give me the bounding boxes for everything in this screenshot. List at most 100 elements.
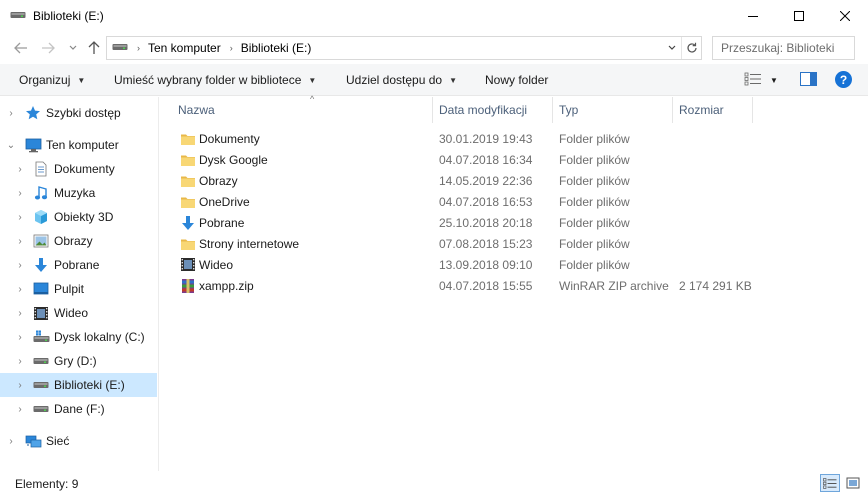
caret-down-icon: ▼ [77,75,86,85]
file-name: Wideo [199,257,234,272]
sidebar-item[interactable]: › Wideo [0,301,157,325]
sidebar-item[interactable]: › Dysk lokalny (C:) [0,325,157,349]
file-row[interactable]: Wideo 13.09.2018 09:10 Folder plików [172,254,772,275]
file-row[interactable]: OneDrive 04.07.2018 16:53 Folder plików [172,191,772,212]
file-name: Dysk Google [199,152,268,167]
chevron-right-icon[interactable]: › [5,429,17,453]
download-icon [179,214,197,232]
file-type: Folder plików [559,236,630,251]
file-type: Folder plików [559,215,630,230]
file-date-modified: 04.07.2018 15:55 [439,278,533,293]
chevron-right-icon[interactable]: › [14,373,26,397]
back-button[interactable] [11,38,31,58]
new-folder-button[interactable]: Nowy folder [485,64,548,96]
sidebar-item[interactable]: › Obrazy [0,229,157,253]
music-icon [32,184,50,202]
file-row[interactable]: Obrazy 14.05.2019 22:36 Folder plików [172,170,772,191]
chevron-right-icon[interactable]: › [14,181,26,205]
download-icon [32,256,50,274]
chevron-right-icon[interactable]: › [14,253,26,277]
column-header-size[interactable]: Rozmiar [673,97,753,123]
chevron-down-icon [668,45,676,50]
minimize-button[interactable] [730,0,776,32]
chevron-right-icon[interactable]: › [14,325,26,349]
sidebar-item[interactable]: › Dane (F:) [0,397,157,421]
large-icons-view-button[interactable] [843,474,863,492]
file-row[interactable]: Strony internetowe 07.08.2018 15:23 Folder… [172,233,772,254]
sidebar-item[interactable]: › Szybki dostęp [0,101,157,125]
close-icon [840,11,850,21]
sidebar-item-label: Obrazy [54,234,93,248]
file-row[interactable]: Dokumenty 30.01.2019 19:43 Folder plików [172,128,772,149]
sidebar-item-label: Muzyka [54,186,96,200]
file-row[interactable]: Pobrane 25.10.2018 20:18 Folder plików [172,212,772,233]
sidebar-item[interactable]: › Sieć [0,429,157,453]
close-button[interactable] [822,0,868,32]
recent-locations-button[interactable] [63,38,83,58]
column-header-name[interactable]: Nazwa ^ [172,94,433,123]
sidebar-item[interactable]: › Muzyka [0,181,157,205]
address-bar[interactable]: › Ten komputer › Biblioteki (E:) [106,36,702,60]
chevron-right-icon[interactable]: › [14,349,26,373]
breadcrumb-libraries-drive[interactable]: Biblioteki (E:) [241,41,312,55]
share-with-label: Udziel dostępu do [346,73,443,87]
drive-icon [10,9,26,23]
sidebar-item[interactable]: › Obiekty 3D [0,205,157,229]
chevron-right-icon[interactable]: › [5,101,17,125]
chevron-right-icon[interactable]: › [14,397,26,421]
address-dropdown-button[interactable] [665,37,679,59]
sidebar-item[interactable]: ⌄ Ten komputer [0,133,157,157]
folder-icon [179,172,197,190]
file-date-modified: 04.07.2018 16:34 [439,152,533,167]
chevron-right-icon[interactable]: › [14,301,26,325]
chevron-right-icon[interactable]: › [137,43,140,53]
file-type: Folder plików [559,131,630,146]
include-in-library-button[interactable]: Umieść wybrany folder w bibliotece ▼ [114,64,316,96]
preview-pane-button[interactable] [800,72,817,86]
file-row[interactable]: Dysk Google 04.07.2018 16:34 Folder plików [172,149,772,170]
video-icon [32,304,50,322]
refresh-button[interactable] [681,37,701,59]
sidebar-item-label: Dane (F:) [54,402,105,416]
status-bar: Elementy: 9 [0,471,868,497]
share-with-button[interactable]: Udziel dostępu do ▼ [346,64,457,96]
maximize-button[interactable] [776,0,822,32]
chevron-down-icon[interactable]: ⌄ [5,133,17,157]
sidebar-item[interactable]: › Dokumenty [0,157,157,181]
maximize-icon [794,11,804,21]
file-row[interactable]: xampp.zip 04.07.2018 15:55 WinRAR ZIP arch… [172,275,772,296]
sidebar-item-label: Ten komputer [46,138,119,152]
caret-down-icon: ▼ [308,75,317,85]
sidebar-item[interactable]: › Biblioteki (E:) [0,373,157,397]
chevron-right-icon[interactable]: › [14,205,26,229]
chevron-right-icon[interactable]: › [14,157,26,181]
folder-icon [179,151,197,169]
chevron-right-icon[interactable]: › [14,229,26,253]
sidebar-item[interactable]: › Gry (D:) [0,349,157,373]
chevron-right-icon[interactable]: › [230,43,233,53]
search-box[interactable] [712,36,855,60]
sidebar-item-label: Sieć [46,434,70,448]
sidebar-item[interactable]: › Pobrane [0,253,157,277]
breadcrumb-this-pc[interactable]: Ten komputer [148,41,221,55]
change-view-button[interactable] [744,72,762,86]
organize-button[interactable]: Organizuj ▼ [19,64,85,96]
file-date-modified: 13.09.2018 09:10 [439,257,533,272]
large-icons-view-icon [846,477,860,489]
up-button[interactable] [84,38,104,58]
minimize-icon [748,16,758,17]
details-view-button[interactable] [820,474,840,492]
video-icon [179,256,197,274]
view-options-dropdown[interactable]: ▼ [770,76,778,85]
chevron-right-icon[interactable]: › [14,277,26,301]
sidebar-item[interactable]: › Pulpit [0,277,157,301]
search-input[interactable] [721,41,837,55]
help-button[interactable]: ? [835,71,852,88]
column-header-date[interactable]: Data modyfikacji [433,97,553,123]
column-size-label: Rozmiar [679,103,724,117]
forward-button[interactable] [38,38,58,58]
chevron-down-icon [69,45,77,50]
column-header-type[interactable]: Typ [553,97,673,123]
sidebar-item-label: Pobrane [54,258,100,272]
arrow-left-icon [14,42,27,54]
